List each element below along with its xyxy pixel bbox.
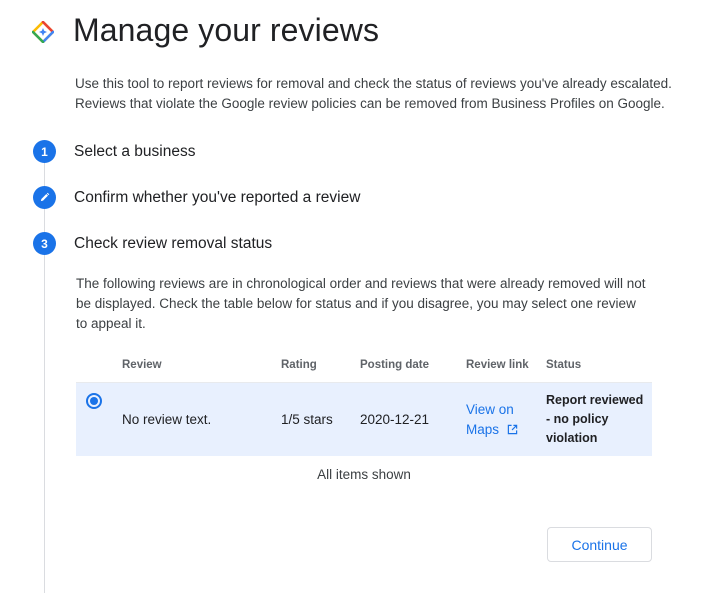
step-3-marker: 3 [33, 232, 56, 255]
link-text-line-2[interactable]: Maps [466, 422, 499, 437]
step-label: Confirm whether you've reported a review [74, 188, 361, 206]
pencil-icon [40, 192, 50, 202]
review-rating: 1/5 stars [281, 412, 333, 427]
external-link-icon [507, 424, 518, 434]
step-1-marker: 1 [33, 140, 56, 163]
review-select-radio[interactable] [86, 393, 102, 409]
google-business-diamond-icon [32, 20, 54, 43]
link-text-line-1[interactable]: View on [466, 400, 546, 420]
review-status: Report reviewed - no policy violation [546, 393, 644, 445]
step-label: Check review removal status [74, 234, 273, 252]
intro-text: Use this tool to report reviews for remo… [75, 76, 672, 111]
table-row[interactable]: No review text. 1/5 stars 2020-12-21 Vie… [76, 383, 652, 456]
step-label: Select a business [74, 142, 196, 160]
column-header-rating: Rating [281, 358, 317, 371]
manage-reviews-page: Manage your reviews Use this tool to rep… [0, 0, 706, 593]
review-text: No review text. [122, 412, 212, 427]
step-description: The following reviews are in chronologic… [76, 276, 646, 331]
column-header-review: Review [122, 358, 162, 371]
column-header-review-link: Review link [466, 358, 529, 371]
page-header: Manage your reviews [32, 8, 379, 52]
review-posting-date: 2020-12-21 [360, 412, 430, 427]
step-select-business[interactable]: 1 Select a business [33, 140, 196, 163]
table-header: Review Rating Posting date Review link S… [76, 347, 652, 383]
step-check-status: 3 Check review removal status [33, 232, 272, 255]
continue-button[interactable]: Continue [547, 527, 652, 562]
reviews-table: Review Rating Posting date Review link S… [76, 347, 652, 456]
step-2-marker [33, 186, 56, 209]
table-footer: All items shown [317, 467, 411, 482]
step-confirm-reported[interactable]: Confirm whether you've reported a review [33, 186, 360, 209]
column-header-posting-date: Posting date [360, 358, 430, 371]
page-title: Manage your reviews [73, 12, 380, 48]
column-header-status: Status [546, 358, 582, 371]
stepper-line [44, 152, 45, 593]
view-on-maps-link[interactable]: View on Maps [466, 400, 546, 440]
radio-selected-dot [90, 397, 98, 405]
